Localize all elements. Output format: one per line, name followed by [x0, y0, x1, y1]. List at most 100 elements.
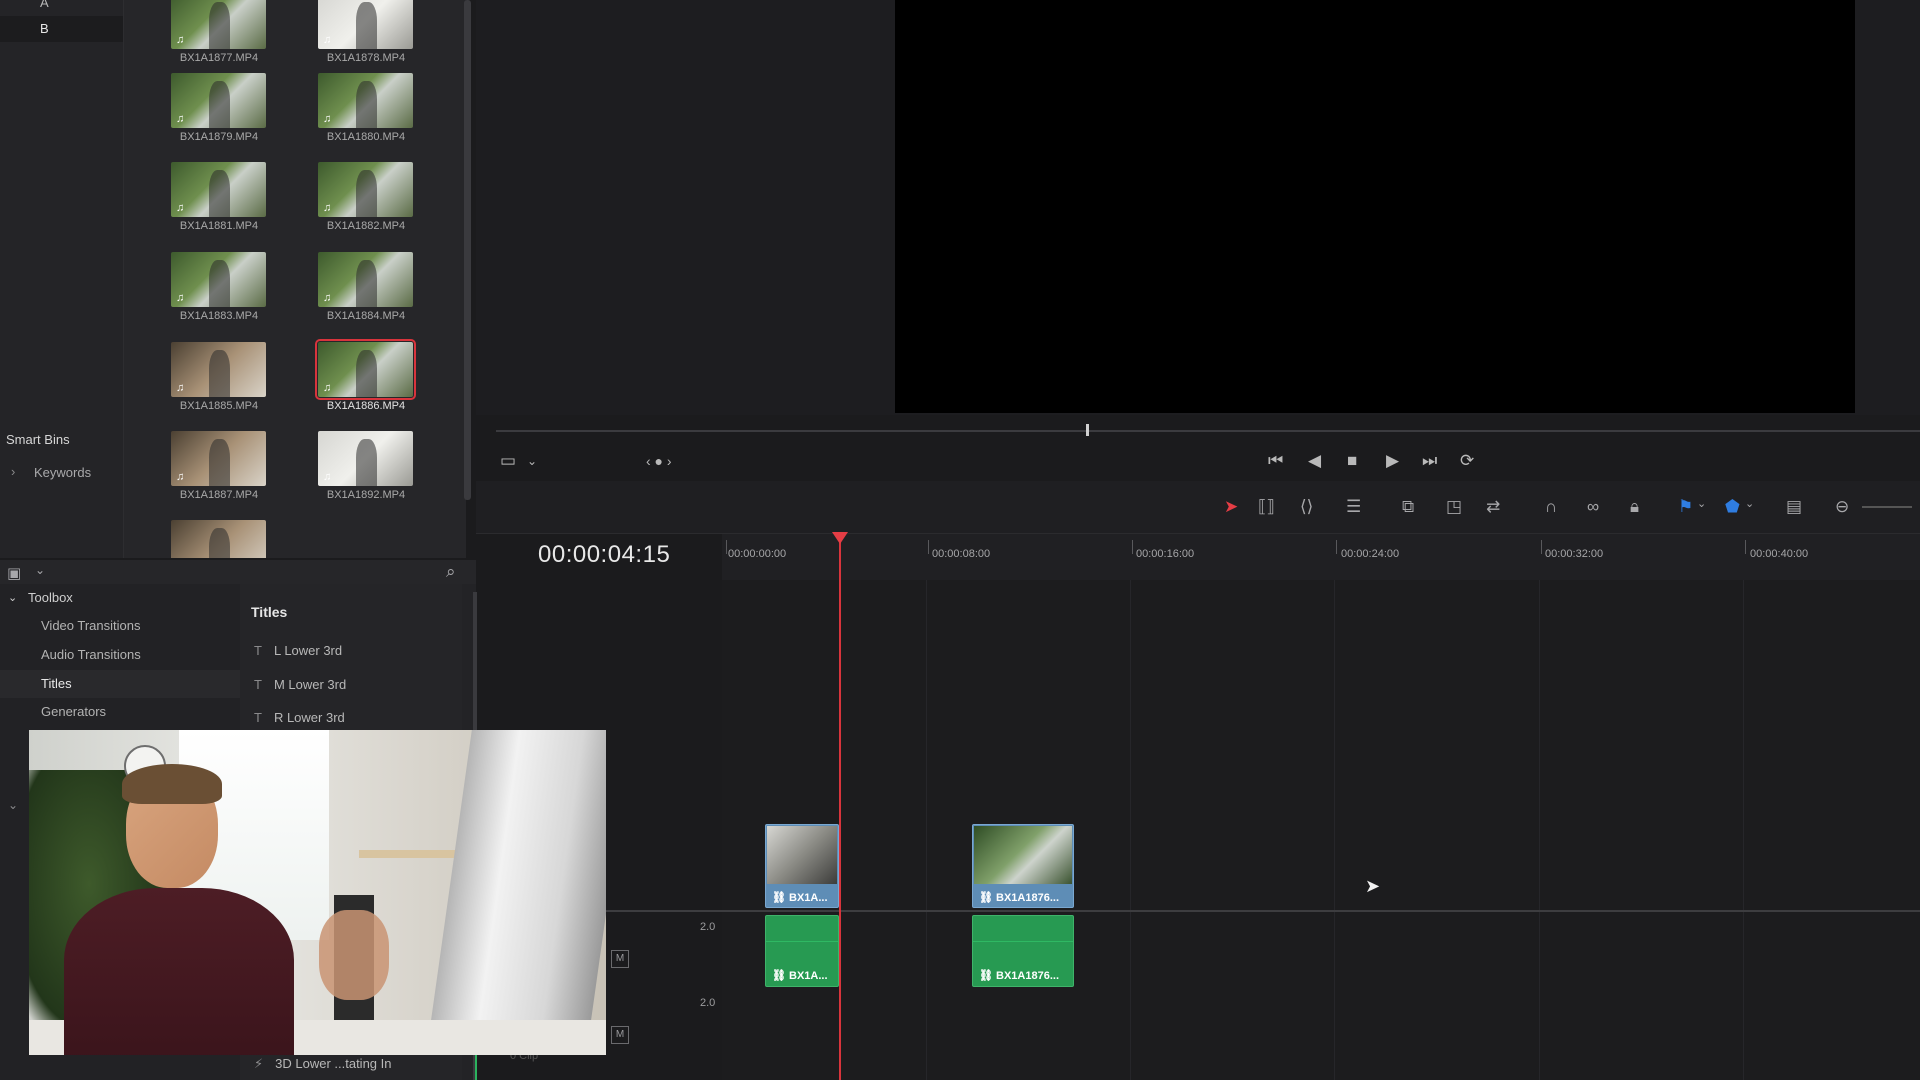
clip-thumbnail: ♫: [171, 431, 266, 486]
replace-clip-icon[interactable]: ⇄: [1486, 497, 1500, 517]
marker-icon[interactable]: ⬟: [1725, 497, 1740, 517]
toolbox-item-titles[interactable]: Titles: [0, 670, 240, 698]
toolbox-item-video-transitions[interactable]: Video Transitions: [0, 612, 240, 640]
media-clip[interactable]: ♫ BX1A1880.MP4: [301, 73, 431, 157]
title-item[interactable]: T M Lower 3rd: [254, 670, 454, 700]
timeline-video-clip[interactable]: ⛓ BX1A1876...: [972, 824, 1074, 908]
trim-tool-icon[interactable]: ⟦⟧: [1258, 497, 1275, 517]
panel-accent: [475, 1052, 477, 1080]
audio-note-icon: ♫: [176, 382, 185, 394]
zoom-slider[interactable]: [1862, 506, 1912, 508]
selection-tool-icon[interactable]: ➤: [1224, 497, 1238, 517]
media-clip[interactable]: ♫ BX1A1885.MP4: [154, 342, 284, 426]
panel-toggle-icon[interactable]: ▣: [7, 564, 21, 582]
blade-tool-icon[interactable]: ☰: [1346, 497, 1361, 517]
mouse-cursor-icon: ➤: [1365, 876, 1381, 896]
toolbox-item-generators[interactable]: Generators: [0, 698, 240, 726]
viewer-frame[interactable]: [895, 0, 1855, 413]
effect-icon: ⚡: [254, 1056, 264, 1071]
scrubber-handle[interactable]: [1086, 424, 1089, 436]
ruler-label: 00:00:32:00: [1545, 548, 1604, 560]
chevron-down-icon[interactable]: ⌄: [1745, 497, 1754, 510]
chevron-right-icon[interactable]: ›: [11, 464, 15, 479]
stop-icon[interactable]: ■: [1347, 451, 1357, 471]
bin-a[interactable]: A: [0, 0, 123, 16]
play-icon[interactable]: ▶: [1386, 451, 1399, 471]
chevron-down-icon[interactable]: ⌄: [527, 451, 537, 471]
chevron-down-icon[interactable]: ⌄: [1697, 497, 1706, 510]
audio-mute-button[interactable]: M: [611, 1026, 629, 1044]
playhead[interactable]: [839, 540, 841, 1080]
timeline-audio-clip[interactable]: ⛓ BX1A1876...: [972, 915, 1074, 987]
loop-icon[interactable]: ⟳: [1460, 451, 1474, 471]
media-clip[interactable]: ♫ BX1A1879.MP4: [154, 73, 284, 157]
media-clip[interactable]: ♫ BX1A1877.MP4: [154, 0, 284, 78]
clip-name: BX1A1883.MP4: [179, 310, 259, 322]
search-icon[interactable]: ⌕: [446, 562, 456, 582]
clip-label: BX1A...: [789, 892, 828, 904]
title-label: 3D Lower ...tating In: [275, 1056, 392, 1071]
playhead-handle[interactable]: [832, 532, 848, 544]
clip-name: BX1A1886.MP4: [326, 400, 406, 412]
dynamic-trim-icon[interactable]: ⟨⟩: [1300, 497, 1313, 517]
timeline-timecode[interactable]: 00:00:04:15: [538, 541, 670, 569]
go-to-end-icon[interactable]: ⏭: [1422, 451, 1437, 471]
ruler-tick: [726, 540, 727, 554]
title-item[interactable]: T R Lower 3rd: [254, 703, 454, 733]
timeline-video-clip[interactable]: ⛓ BX1A...: [765, 824, 839, 908]
media-clip[interactable]: ♫ BX1A1882.MP4: [301, 162, 431, 246]
media-clip[interactable]: ♫ BX1A1884.MP4: [301, 252, 431, 336]
overwrite-clip-icon[interactable]: ◳: [1446, 497, 1462, 517]
ruler-tick: [928, 540, 929, 554]
clip-label: BX1A1876...: [996, 970, 1060, 982]
timeline-gridline: [1130, 580, 1131, 1080]
timeline-ruler[interactable]: [722, 534, 1920, 581]
media-clip[interactable]: ♫ BX1A1892.MP4: [301, 431, 431, 515]
title-text-icon: T: [254, 710, 262, 725]
viewer-scrubber[interactable]: [496, 430, 1920, 432]
media-clip[interactable]: [154, 520, 284, 558]
media-clip[interactable]: ♫ BX1A1883.MP4: [154, 252, 284, 336]
toolbox-item-audio-transitions[interactable]: Audio Transitions: [0, 641, 240, 669]
media-clip-selected[interactable]: ♫ BX1A1886.MP4: [301, 339, 431, 426]
go-to-start-icon[interactable]: ⏮: [1268, 451, 1283, 471]
media-clip[interactable]: ♫ BX1A1881.MP4: [154, 162, 284, 246]
timeline-gridline: [1539, 580, 1540, 1080]
video-audio-divider[interactable]: [476, 910, 1920, 912]
title-item[interactable]: T L Lower 3rd: [254, 636, 454, 666]
ruler-tick: [1336, 540, 1337, 554]
smart-bin-keywords[interactable]: Keywords: [34, 465, 91, 480]
timeline-tracks[interactable]: [722, 580, 1920, 1080]
toolbox-heading[interactable]: ⌄ Toolbox: [0, 584, 240, 612]
media-clip[interactable]: ♫ BX1A1878.MP4: [301, 0, 431, 78]
media-pool-scrollbar[interactable]: [464, 0, 471, 500]
timeline-view-icon[interactable]: ▤: [1786, 497, 1802, 517]
insert-clip-icon[interactable]: ⧉: [1402, 497, 1414, 517]
chevron-down-icon[interactable]: ⌄: [8, 798, 18, 812]
clip-label: BX1A...: [789, 970, 828, 982]
audio-waveform: [766, 941, 838, 942]
bin-b[interactable]: B: [0, 16, 123, 42]
zoom-out-icon[interactable]: ⊖: [1835, 497, 1849, 517]
audio-waveform: [973, 941, 1073, 942]
audio-mute-button[interactable]: M: [611, 950, 629, 968]
link-icon[interactable]: ∞: [1587, 497, 1599, 517]
smart-bins-heading: Smart Bins: [6, 432, 70, 447]
flag-icon[interactable]: ⚑: [1678, 497, 1693, 517]
clip-name: BX1A1882.MP4: [326, 220, 406, 232]
timeline-gridline: [1334, 580, 1335, 1080]
media-clip[interactable]: ♫ BX1A1887.MP4: [154, 431, 284, 515]
title-label: M Lower 3rd: [273, 677, 347, 692]
effects-header: [0, 560, 476, 584]
clip-thumbnail: [974, 826, 1072, 884]
viewer-size-icon[interactable]: ▭: [500, 451, 516, 471]
play-reverse-icon[interactable]: ◀: [1308, 451, 1321, 471]
chevron-down-icon[interactable]: ⌄: [35, 563, 45, 577]
timeline-audio-clip[interactable]: ⛓ BX1A...: [765, 915, 839, 987]
snapping-icon[interactable]: ∩: [1545, 497, 1557, 517]
ruler-tick: [1745, 540, 1746, 554]
lock-icon[interactable]: 🔒︎: [1630, 497, 1639, 517]
prev-edit-icon[interactable]: ‹ ● ›: [646, 451, 672, 471]
clip-thumbnail: ♫: [318, 0, 413, 49]
audio-track-level: 2.0: [700, 997, 716, 1009]
